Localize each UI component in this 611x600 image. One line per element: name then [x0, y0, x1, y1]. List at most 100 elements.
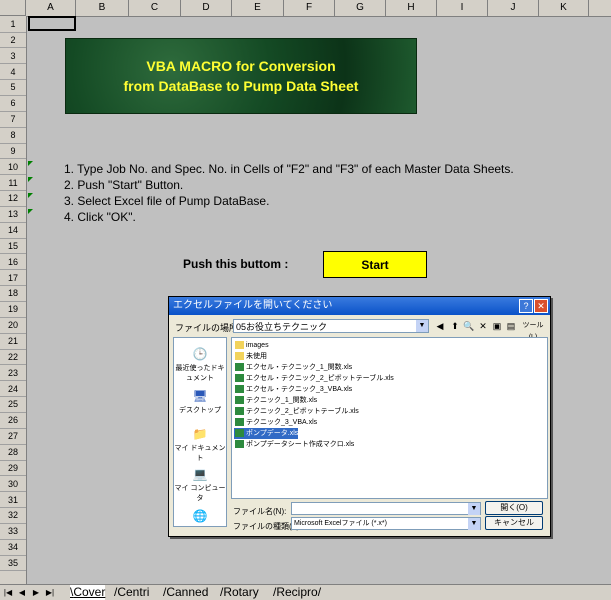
list-item[interactable]: エクセル・テクニック_1_関数.xls — [234, 362, 352, 373]
next-sheet-icon[interactable]: ▶ — [30, 586, 42, 599]
place-network[interactable]: 🌐 — [174, 508, 226, 525]
comment-indicator[interactable] — [28, 177, 33, 182]
row-header-10[interactable]: 10 — [0, 160, 26, 176]
row-header-4[interactable]: 4 — [0, 65, 26, 81]
step-3: 3. Select Excel file of Pump DataBase. — [64, 194, 270, 208]
close-icon[interactable]: ✕ — [534, 299, 548, 313]
place-my-documents[interactable]: 📁 マイ ドキュメント — [174, 426, 226, 463]
column-header-e[interactable]: E — [232, 0, 284, 16]
row-header-30[interactable]: 30 — [0, 477, 26, 493]
prev-sheet-icon[interactable]: ◀ — [16, 586, 28, 599]
tab-cover[interactable]: \Cover — [70, 585, 106, 600]
file-list: images 未使用 エクセル・テクニック_1_関数.xls エクセル・テクニッ… — [231, 337, 548, 499]
column-header-k[interactable]: K — [539, 0, 589, 16]
row-header-27[interactable]: 27 — [0, 429, 26, 445]
row-header-21[interactable]: 21 — [0, 334, 26, 350]
row-header-34[interactable]: 34 — [0, 540, 26, 556]
row-header-20[interactable]: 20 — [0, 318, 26, 334]
list-item-selected[interactable]: ポンプデータ.xls — [234, 428, 299, 439]
row-header-26[interactable]: 26 — [0, 413, 26, 429]
row-header-12[interactable]: 12 — [0, 191, 26, 207]
row-header-16[interactable]: 16 — [0, 255, 26, 271]
row-header-24[interactable]: 24 — [0, 382, 26, 398]
my-documents-icon: 📁 — [192, 427, 208, 441]
row-header-2[interactable]: 2 — [0, 33, 26, 49]
row-header-18[interactable]: 18 — [0, 286, 26, 303]
up-folder-icon[interactable]: ⬆ — [449, 320, 461, 332]
column-header-j[interactable]: J — [488, 0, 539, 16]
list-item[interactable]: テクニック_1_関数.xls — [234, 395, 317, 406]
delete-icon[interactable]: ✕ — [477, 320, 489, 332]
list-item[interactable]: ポンプデータシート作成マクロ.xls — [234, 439, 354, 450]
row-header-23[interactable]: 23 — [0, 366, 26, 382]
row-header-22[interactable]: 22 — [0, 350, 26, 366]
place-desktop[interactable]: 🖥 デスクトップ — [174, 388, 226, 415]
comment-indicator[interactable] — [28, 193, 33, 198]
list-item[interactable]: images — [234, 340, 269, 351]
row-header-1[interactable]: 1 — [0, 17, 26, 33]
row-header-13[interactable]: 13 — [0, 207, 26, 223]
column-header-b[interactable]: B — [76, 0, 129, 16]
tab-rotary[interactable]: /Rotary — [220, 585, 259, 600]
row-header-31[interactable]: 31 — [0, 493, 26, 509]
row-header-35[interactable]: 35 — [0, 556, 26, 572]
row-header-3[interactable]: 3 — [0, 49, 26, 65]
list-item[interactable]: テクニック_3_VBA.xls — [234, 417, 317, 428]
first-sheet-icon[interactable]: |◀ — [2, 586, 14, 599]
tab-canned[interactable]: /Canned — [163, 585, 208, 600]
row-header-33[interactable]: 33 — [0, 524, 26, 540]
column-header-f[interactable]: F — [284, 0, 335, 16]
row-header-15[interactable]: 15 — [0, 239, 26, 255]
place-recent[interactable]: 🕒 最近使ったドキュメント — [174, 346, 226, 383]
column-header-c[interactable]: C — [129, 0, 181, 16]
place-my-computer[interactable]: 💻 マイ コンピュータ — [174, 466, 226, 503]
column-header-g[interactable]: G — [335, 0, 386, 16]
help-icon[interactable]: ? — [519, 299, 533, 313]
column-header-i[interactable]: I — [437, 0, 488, 16]
chevron-down-icon[interactable]: ▼ — [468, 503, 480, 515]
column-header-d[interactable]: D — [181, 0, 232, 16]
comment-indicator[interactable] — [28, 209, 33, 214]
open-button[interactable]: 開く(O) — [485, 501, 543, 515]
row-header-17[interactable]: 17 — [0, 271, 26, 287]
banner-line-2: from DataBase to Pump Data Sheet — [123, 78, 359, 94]
list-item[interactable]: 未使用 — [234, 351, 267, 362]
lookin-dropdown[interactable]: 05お役立ちテクニック ▼ — [233, 319, 429, 333]
row-header-28[interactable]: 28 — [0, 445, 26, 461]
row-header-5[interactable]: 5 — [0, 80, 26, 96]
list-item[interactable]: エクセル・テクニック_3_VBA.xls — [234, 384, 352, 395]
row-header-7[interactable]: 7 — [0, 112, 26, 128]
chevron-down-icon[interactable]: ▼ — [416, 320, 428, 332]
row-header-11[interactable]: 11 — [0, 176, 26, 192]
row-header-29[interactable]: 29 — [0, 461, 26, 477]
last-sheet-icon[interactable]: ▶| — [44, 586, 56, 599]
list-item[interactable]: テクニック_2_ピボットテーブル.xls — [234, 406, 359, 417]
new-folder-icon[interactable]: ▣ — [491, 320, 503, 332]
select-all-corner[interactable] — [0, 0, 26, 16]
row-header-19[interactable]: 19 — [0, 302, 26, 318]
row-header-32[interactable]: 32 — [0, 508, 26, 524]
back-icon[interactable]: ◀ — [434, 320, 446, 332]
comment-indicator[interactable] — [28, 161, 33, 166]
row-header-6[interactable]: 6 — [0, 96, 26, 112]
tools-menu[interactable]: ツール(L) — [519, 320, 547, 341]
column-header-a[interactable]: A — [26, 0, 76, 16]
excel-file-icon — [235, 396, 244, 404]
tab-recipro[interactable]: /Recipro/ — [273, 585, 321, 600]
row-header-14[interactable]: 14 — [0, 223, 26, 239]
row-header-25[interactable]: 25 — [0, 397, 26, 413]
list-item[interactable]: エクセル・テクニック_2_ピボットテーブル.xls — [234, 373, 394, 384]
column-header-h[interactable]: H — [386, 0, 437, 16]
views-icon[interactable]: ▤ — [505, 320, 517, 332]
tab-centri[interactable]: /Centri — [114, 585, 149, 600]
chevron-down-icon[interactable]: ▼ — [468, 518, 480, 530]
cancel-button[interactable]: キャンセル — [485, 516, 543, 530]
row-header-9[interactable]: 9 — [0, 144, 26, 160]
filetype-select[interactable]: Microsoft Excelファイル (*.x*) ▼ — [291, 517, 481, 530]
start-button[interactable]: Start — [323, 251, 427, 278]
row-header-8[interactable]: 8 — [0, 128, 26, 144]
instruction-steps: 1. Type Job No. and Spec. No. in Cells o… — [64, 161, 514, 225]
search-icon[interactable]: 🔍 — [463, 320, 475, 332]
active-cell-a1[interactable] — [28, 16, 76, 31]
filename-input[interactable]: ▼ — [291, 502, 481, 515]
